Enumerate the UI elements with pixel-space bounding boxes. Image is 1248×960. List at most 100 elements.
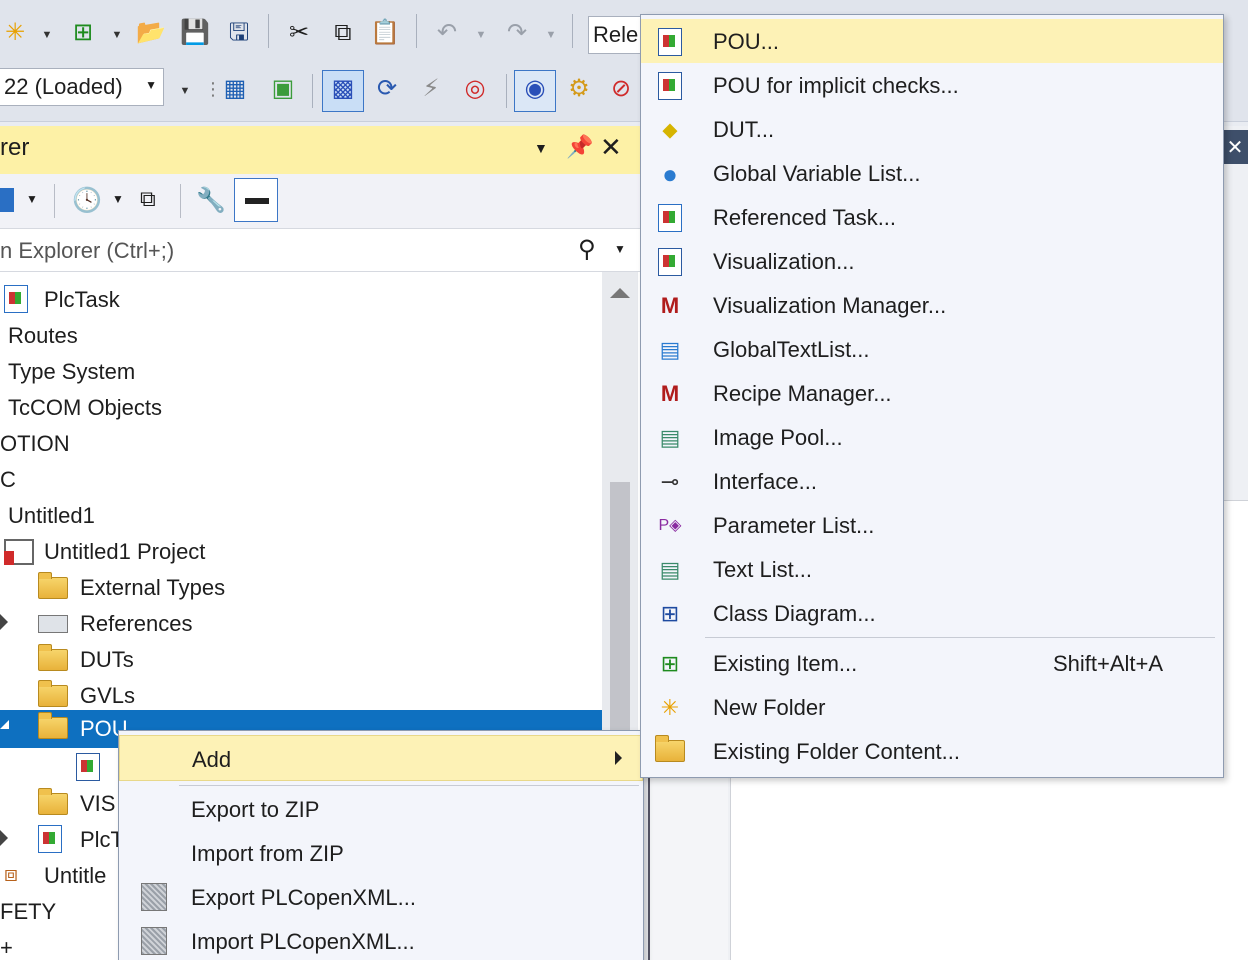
logout-icon[interactable]: ⊘	[606, 74, 636, 104]
network-icon[interactable]: ▦	[220, 74, 250, 104]
submenu-item-pou-implicit[interactable]: POU for implicit checks...	[641, 63, 1223, 107]
add-item-icon[interactable]: ⊞	[68, 18, 98, 48]
submenu-item-existing-item[interactable]: ⊞ Existing Item... Shift+Alt+A	[641, 641, 1223, 685]
submenu-item-parameter-list[interactable]: P◈ Parameter List...	[641, 503, 1223, 547]
login-icon[interactable]: ◉	[520, 74, 550, 104]
chevron-down-icon[interactable]: ▼	[112, 192, 124, 206]
toolbar-separator	[312, 74, 313, 108]
new-project-dropdown[interactable]: ▼	[40, 28, 54, 42]
pou-icon	[655, 27, 685, 57]
submenu-item-gvl[interactable]: ● Global Variable List...	[641, 151, 1223, 195]
save-all-icon[interactable]: 🖫	[224, 18, 254, 48]
submenu-item-global-text-list[interactable]: ▤ GlobalTextList...	[641, 327, 1223, 371]
configuration-combo[interactable]: Rele	[588, 16, 648, 54]
submenu-item-pou[interactable]: POU...	[641, 19, 1223, 63]
menu-item-add[interactable]: Add	[119, 735, 643, 781]
wrench-icon[interactable]: 🔧	[196, 186, 226, 215]
menu-separator	[179, 785, 639, 786]
config-mode-icon[interactable]: ▩	[328, 74, 358, 104]
redo-dropdown[interactable]: ▼	[544, 28, 558, 42]
tree-item[interactable]: Untitled1 Project	[0, 534, 602, 570]
toolbar-separator	[268, 14, 269, 48]
solution-explorer-title-bar: rer ▼ 📌 ✕	[0, 126, 640, 174]
chevron-down-icon[interactable]: ▼	[534, 140, 548, 156]
tree-item-label: PlcTask	[44, 287, 120, 312]
submenu-item-visualization-manager[interactable]: M Visualization Manager...	[641, 283, 1223, 327]
cut-icon[interactable]: ✂	[284, 18, 314, 48]
submenu-item-class-diagram[interactable]: ⊞ Class Diagram...	[641, 591, 1223, 635]
scroll-up-icon[interactable]	[610, 288, 630, 298]
undo-dropdown[interactable]: ▼	[474, 28, 488, 42]
add-item-dropdown[interactable]: ▼	[110, 28, 124, 42]
tree-item[interactable]: OTION	[0, 426, 602, 462]
submenu-item-text-list[interactable]: ▤ Text List...	[641, 547, 1223, 591]
preview-toggle-button[interactable]	[234, 178, 278, 222]
toolbar-separator	[54, 184, 55, 218]
tree-item[interactable]: PlcTask	[0, 282, 602, 318]
class-diagram-icon: ⊞	[660, 601, 680, 626]
folder-tree-icon[interactable]: ⚙	[564, 74, 594, 104]
pin-icon[interactable]: 📌	[566, 134, 593, 160]
context-menu: Add Export to ZIP Import from ZIP Export…	[118, 730, 644, 960]
tree-item[interactable]: References	[0, 606, 602, 642]
tree-item[interactable]: Routes	[0, 318, 602, 354]
target-combo-value: 22 (Loaded)	[4, 74, 123, 99]
submenu-item-dut[interactable]: ⬥ DUT...	[641, 107, 1223, 151]
chevron-down-icon[interactable]: ▼	[26, 192, 38, 206]
redo-icon[interactable]: ↷	[502, 18, 532, 48]
collapse-all-icon[interactable]: ⧉	[140, 186, 156, 212]
expand-icon[interactable]	[0, 614, 8, 630]
scroll-thumb[interactable]	[610, 482, 630, 742]
reload-icon[interactable]: ⟳	[372, 74, 402, 104]
history-icon[interactable]: 🕓	[72, 186, 102, 215]
menu-item-label: Add	[192, 747, 232, 772]
tree-item-label: Untitled1 Project	[44, 539, 206, 564]
undo-icon[interactable]: ↶	[432, 18, 462, 48]
menu-item-export-zip[interactable]: Export to ZIP	[119, 787, 643, 831]
menu-item-import-zip[interactable]: Import from ZIP	[119, 831, 643, 875]
expand-icon[interactable]	[0, 830, 8, 846]
menu-item-label: Global Variable List...	[713, 161, 921, 186]
menu-item-import-plcopenxml[interactable]: Import PLCopenXML...	[119, 919, 643, 960]
close-icon[interactable]: ✕	[1222, 130, 1248, 164]
menu-item-label: New Folder	[713, 695, 826, 720]
close-icon[interactable]: ✕	[600, 132, 622, 163]
menu-item-label: DUT...	[713, 117, 775, 142]
magic-wand-icon[interactable]: ⚡	[416, 74, 446, 104]
tree-item[interactable]: Untitled1	[0, 498, 602, 534]
solution-search-box[interactable]: n Explorer (Ctrl+;) ⚲ ▼	[0, 228, 640, 272]
copy-icon[interactable]: ⧉	[328, 18, 358, 48]
submenu-item-new-folder[interactable]: ✳ New Folder	[641, 685, 1223, 729]
sync-icon[interactable]	[0, 188, 14, 212]
submenu-item-referenced-task[interactable]: Referenced Task...	[641, 195, 1223, 239]
tree-item[interactable]: GVLs	[0, 678, 602, 714]
folder-icon	[38, 644, 68, 671]
tree-item[interactable]: Type System	[0, 354, 602, 390]
collapse-icon[interactable]	[0, 720, 9, 729]
menu-item-shortcut: Shift+Alt+A	[1053, 651, 1164, 676]
tree-item[interactable]: DUTs	[0, 642, 602, 678]
submenu-item-recipe-manager[interactable]: M Recipe Manager...	[641, 371, 1223, 415]
tree-item[interactable]: External Types	[0, 570, 602, 606]
new-project-icon[interactable]: ✳	[0, 18, 30, 48]
open-folder-icon[interactable]: 📂	[136, 18, 166, 48]
visualization-doc	[658, 248, 682, 276]
submenu-item-interface[interactable]: ⊸ Interface...	[641, 459, 1223, 503]
configuration-combo-value: Rele	[593, 22, 639, 47]
chevron-down-icon[interactable]: ▼	[614, 242, 626, 256]
submenu-item-existing-folder[interactable]: Existing Folder Content...	[641, 729, 1223, 773]
save-icon[interactable]: 💾	[180, 18, 210, 48]
target-combo[interactable]: 22 (Loaded) ▼	[0, 68, 164, 106]
plc-project-icon	[4, 537, 34, 567]
submenu-item-visualization[interactable]: Visualization...	[641, 239, 1223, 283]
tree-item-label: Type System	[8, 359, 136, 384]
tree-item[interactable]: C	[0, 462, 602, 498]
menu-item-export-plcopenxml[interactable]: Export PLCopenXML...	[119, 875, 643, 919]
submenu-item-image-pool[interactable]: ▤ Image Pool...	[641, 415, 1223, 459]
toolbar-overflow-icon[interactable]: ▼	[178, 84, 192, 98]
restart-icon[interactable]: ◎	[460, 74, 490, 104]
search-icon[interactable]: ⚲	[578, 235, 596, 264]
activate-config-icon[interactable]: ▣	[268, 74, 298, 104]
tree-item[interactable]: TcCOM Objects	[0, 390, 602, 426]
paste-icon[interactable]: 📋	[370, 18, 400, 48]
